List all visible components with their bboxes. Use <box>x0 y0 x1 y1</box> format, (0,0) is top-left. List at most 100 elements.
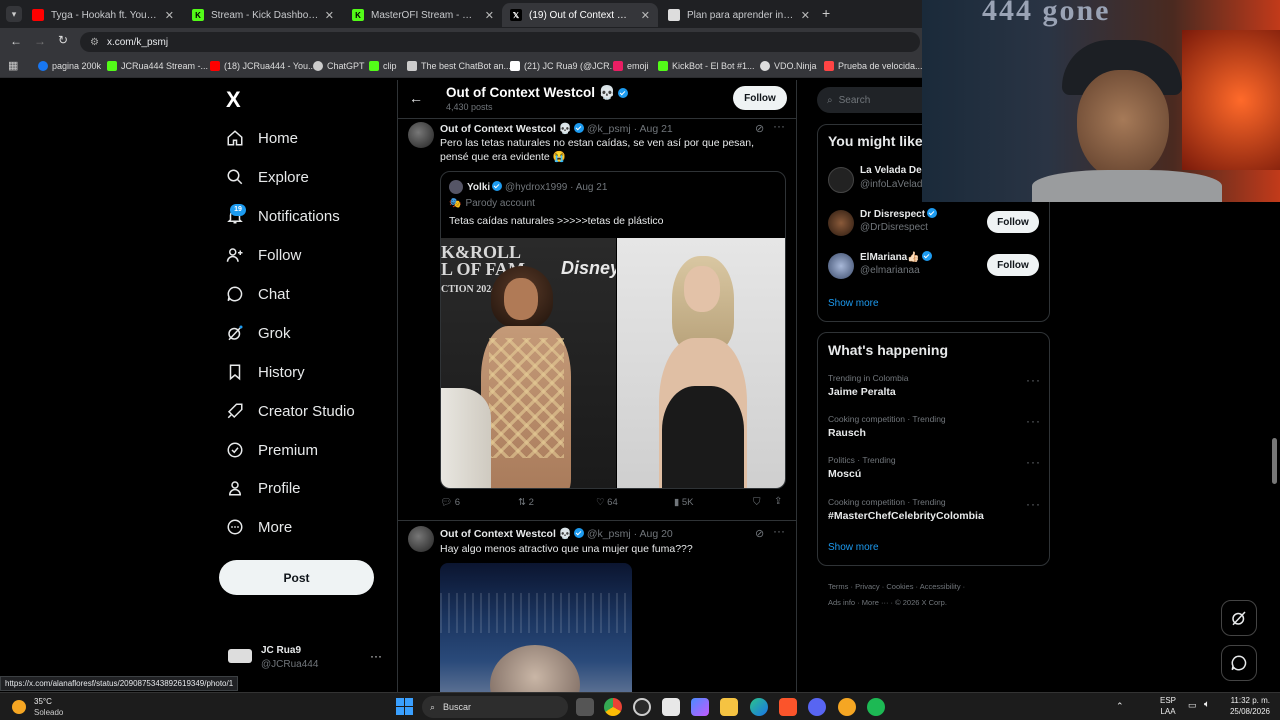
apps-grid-icon[interactable]: ▦ <box>8 59 18 72</box>
new-tab-button[interactable]: + <box>822 5 830 21</box>
nav-history[interactable]: History <box>226 363 305 381</box>
brave-icon[interactable] <box>779 698 797 716</box>
forward-icon[interactable]: → <box>34 34 46 48</box>
nav-profile[interactable]: Profile <box>226 479 301 497</box>
bookmark-icon[interactable]: ⛉ <box>753 497 761 508</box>
more-dots-icon[interactable]: ··· <box>1026 497 1041 511</box>
close-icon[interactable]: ✕ <box>801 9 810 22</box>
more-dots-icon[interactable]: ··· <box>773 119 785 133</box>
reply-button[interactable]: 💬︎ 6 <box>440 497 460 508</box>
follow-button[interactable]: Follow <box>733 86 787 110</box>
language-indicator[interactable]: ESP LAA <box>1160 695 1176 717</box>
nav-more[interactable]: More <box>226 518 292 536</box>
volume-icon[interactable]: 🔈︎ <box>1204 699 1210 710</box>
address-bar[interactable]: ⚙ x.com/k_psmj <box>80 32 920 52</box>
obs-icon[interactable] <box>633 698 651 716</box>
more-dots-icon[interactable]: ··· <box>1026 373 1041 387</box>
more-dots-icon[interactable]: ··· <box>1026 455 1041 469</box>
trend-item[interactable]: Politics · Trending Moscú <box>828 455 896 480</box>
more-dots-icon[interactable]: ··· <box>773 524 785 538</box>
browser-tab[interactable]: Plan para aprender inglés ✕ <box>660 3 818 27</box>
nav-chat[interactable]: Chat <box>226 285 290 303</box>
weather-widget[interactable]: 35°C Soleado <box>12 696 72 718</box>
footer-link[interactable]: More ··· <box>862 598 889 607</box>
trend-item[interactable]: Cooking competition · Trending #MasterCh… <box>828 497 984 522</box>
bookmark-item[interactable]: emoji <box>613 61 649 71</box>
tweet-author[interactable]: Out of Context Westcol 💀 <box>440 123 572 135</box>
spotify-icon[interactable] <box>867 698 885 716</box>
avatar[interactable] <box>408 122 434 148</box>
share-icon[interactable]: ⇪ <box>774 496 782 507</box>
app-icon[interactable] <box>662 698 680 716</box>
bookmark-item[interactable]: pagina 200k <box>38 61 101 71</box>
tweet-date[interactable]: · Aug 21 <box>634 123 673 135</box>
footer-link[interactable]: Accessibility <box>920 582 961 591</box>
x-logo-icon[interactable]: X <box>226 87 241 113</box>
account-switcher[interactable]: JC Rua9 @JCRua444 ··· <box>226 643 386 675</box>
file-explorer-icon[interactable] <box>720 698 738 716</box>
repost-button[interactable]: ⇅ 2 <box>518 497 534 508</box>
grok-analyze-icon[interactable]: ⊘ <box>755 527 764 540</box>
edge-icon[interactable] <box>750 698 768 716</box>
browser-tab[interactable]: Tyga - Hookah ft. Young Thug✕ <box>24 3 182 27</box>
task-view-icon[interactable] <box>576 698 594 716</box>
bookmark-item[interactable]: (21) JC Rua9 (@JCR... <box>510 61 617 71</box>
copilot-icon[interactable] <box>691 698 709 716</box>
chat-floating-button[interactable] <box>1221 645 1257 681</box>
browser-tab[interactable]: K Stream - Kick Dashboard ✕ <box>184 3 342 27</box>
grok-floating-button[interactable] <box>1221 600 1257 636</box>
tray-chevron-icon[interactable]: ⌃ <box>1116 701 1124 712</box>
bookmark-item[interactable]: clip <box>369 61 397 71</box>
clock[interactable]: 11:32 p. m. 25/08/2026 <box>1226 695 1270 717</box>
trend-item[interactable]: Cooking competition · Trending Rausch <box>828 414 946 439</box>
tweet[interactable]: Out of Context Westcol 💀 @k_psmj · Aug 2… <box>398 521 796 692</box>
discord-icon[interactable] <box>808 698 826 716</box>
nav-explore[interactable]: Explore <box>226 168 309 186</box>
views-button[interactable]: ▮ 5K <box>674 497 694 508</box>
back-icon[interactable]: ← <box>10 34 22 48</box>
nav-follow[interactable]: Follow <box>226 246 301 264</box>
site-info-icon[interactable]: ⚙ <box>90 37 99 48</box>
bookmark-item[interactable]: ChatGPT <box>313 61 365 71</box>
quote-image-left[interactable]: K&ROLLL OF FAMCTION 2024 Disney+ <box>441 238 616 488</box>
show-more-link[interactable]: Show more <box>828 298 879 309</box>
close-icon[interactable]: ✕ <box>165 9 174 22</box>
browser-tab[interactable]: K MasterOFI Stream - Watch Live✕ <box>344 3 502 27</box>
search-box[interactable]: ⌕ Search <box>817 87 937 113</box>
tweet-image[interactable] <box>440 563 632 692</box>
bookmark-item[interactable]: JCRua444 Stream -... <box>107 61 208 71</box>
bookmark-item[interactable]: The best ChatBot an... <box>407 61 511 71</box>
app-icon[interactable] <box>838 698 856 716</box>
footer-link[interactable]: Ads info <box>828 598 855 607</box>
nav-creator-studio[interactable]: Creator Studio <box>226 402 355 420</box>
bookmark-item[interactable]: Prueba de velocida... <box>824 61 923 71</box>
bookmark-item[interactable]: KickBot - El Bot #1... <box>658 61 755 71</box>
follow-button[interactable]: Follow <box>987 254 1039 276</box>
nav-home[interactable]: Home <box>226 129 298 147</box>
footer-link[interactable]: Privacy <box>855 582 880 591</box>
chrome-icon[interactable] <box>604 698 622 716</box>
tweet-handle[interactable]: @k_psmj <box>587 123 631 135</box>
quote-image-right[interactable] <box>617 238 785 488</box>
windows-start-icon[interactable] <box>396 698 413 715</box>
avatar[interactable] <box>408 526 434 552</box>
tweet-handle[interactable]: @k_psmj <box>587 528 631 540</box>
browser-tab-active[interactable]: 𝕏 (19) Out of Context Westcol 💀✕ <box>502 3 658 27</box>
footer-link[interactable]: Cookies <box>886 582 913 591</box>
bookmark-item[interactable]: (18) JCRua444 - You... <box>210 61 316 71</box>
nav-grok[interactable]: Grok <box>226 324 291 342</box>
nav-premium[interactable]: Premium <box>226 441 318 459</box>
close-icon[interactable]: ✕ <box>641 9 650 22</box>
close-icon[interactable]: ✕ <box>485 9 494 22</box>
tweet-date[interactable]: · Aug 20 <box>634 528 673 540</box>
reload-icon[interactable]: ↻ <box>58 33 68 47</box>
close-icon[interactable]: ✕ <box>325 9 334 22</box>
follow-button[interactable]: Follow <box>987 211 1039 233</box>
quote-tweet[interactable]: Yolki @hydrox1999 · Aug 21 🎭 Parody accou… <box>440 171 786 489</box>
grok-analyze-icon[interactable]: ⊘ <box>755 122 764 135</box>
scrollbar-thumb[interactable] <box>1272 438 1277 484</box>
like-button[interactable]: ♡ 64 <box>596 497 618 508</box>
more-dots-icon[interactable]: ··· <box>1026 414 1041 428</box>
post-button[interactable]: Post <box>219 560 374 595</box>
trend-item[interactable]: Trending in Colombia Jaime Peralta <box>828 373 908 398</box>
